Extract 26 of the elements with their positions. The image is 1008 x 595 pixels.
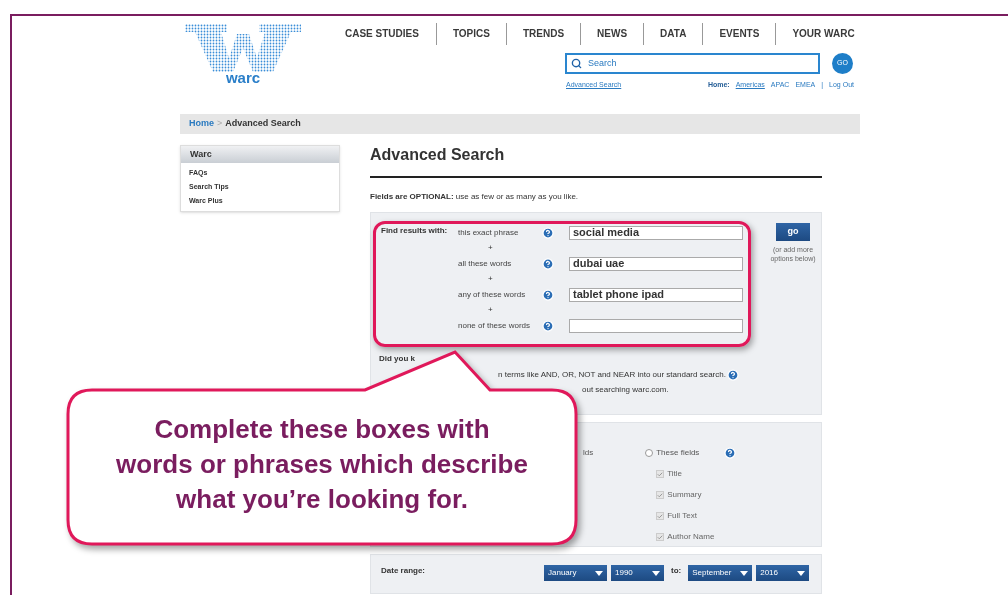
checkbox-label: Summary	[667, 489, 702, 501]
intro-text: Fields are OPTIONAL: use as few or as many as you like.	[370, 192, 580, 202]
page-heading: Advanced Search	[370, 145, 506, 165]
plus-text: +	[488, 304, 493, 316]
field-label: this exact phrase	[458, 226, 520, 239]
field-label: all these words	[458, 257, 513, 270]
tips-title: Did you k	[379, 353, 416, 365]
field-label: any of these words	[458, 288, 527, 301]
tips-text: out searching warc.com.	[582, 384, 670, 396]
tips-text: n terms like AND, OR, NOT and NEAR into our standard search.	[498, 369, 726, 381]
logo-wordmark: warc	[225, 70, 261, 85]
breadcrumb-separator: >	[217, 117, 223, 131]
date-label: Date range:	[381, 565, 426, 577]
fields-fragment-text: lds	[583, 447, 594, 457]
sidebar-title: Warc	[181, 146, 339, 163]
checkbox-label: Full Text	[667, 510, 697, 522]
breadcrumb-current: Advanced Search	[225, 117, 301, 131]
to-label: to:	[671, 565, 682, 577]
find-label: Find results with:	[381, 225, 449, 237]
plus-text: +	[488, 273, 493, 285]
checkbox-label: Author Name	[667, 531, 715, 543]
field-label: none of these words	[458, 319, 532, 332]
radio-label: These fields	[656, 447, 700, 459]
callout-tooltip-text: Complete these boxes with words or phrases which describe what you’re looking for.	[115, 413, 529, 516]
checkbox-label: Title	[667, 468, 683, 480]
plus-text: +	[488, 242, 493, 254]
